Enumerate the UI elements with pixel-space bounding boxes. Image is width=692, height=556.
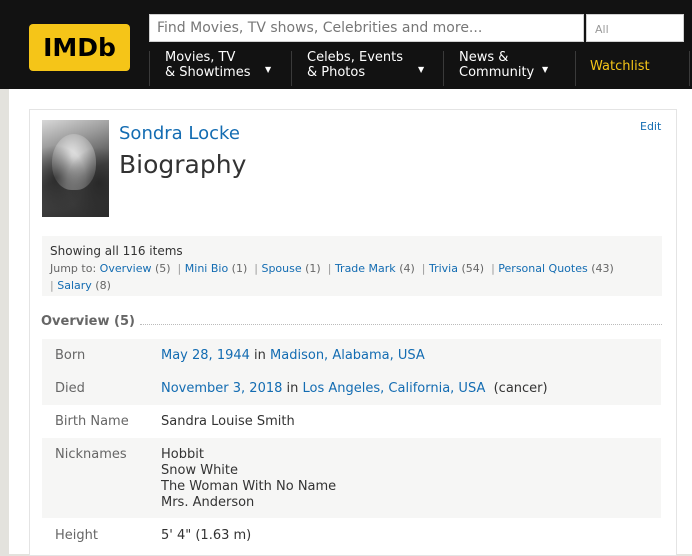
born-in-text: in [254,348,266,363]
died-place-link[interactable]: Los Angeles, California, USA [303,381,486,396]
nav-label-line1: Celebs, Events [307,50,403,65]
person-name-link[interactable]: Sondra Locke [119,123,240,144]
born-date-link[interactable]: May 28, 1944 [161,348,250,363]
height-value: 5' 4" (1.63 m) [161,528,252,543]
jump-link-salary[interactable]: Salary [57,279,92,292]
died-cause-text: (cancer) [493,381,548,396]
nav-movies-tv-showtimes[interactable]: Movies, TV & Showtimes ▼ [165,50,285,84]
nav-divider [149,51,150,86]
nav-divider [575,51,576,86]
overview-row-nicknames: Nicknames Hobbit Snow White The Woman Wi… [42,438,661,518]
caret-down-icon: ▼ [265,65,272,74]
overview-row-born: Born May 28, 1944 in Madison, Alabama, U… [42,339,661,372]
separator: | [250,262,258,275]
overview-heading: Overview (5) [41,314,135,329]
nav-divider [443,51,444,86]
jump-to-links: Jump to: Overview (5) | Mini Bio (1) | S… [50,260,650,294]
jump-count: (1) [231,262,248,275]
jump-count: (4) [399,262,415,275]
separator: | [324,262,332,275]
jump-count: (5) [154,262,171,275]
jump-link-trade-mark[interactable]: Trade Mark [335,262,396,275]
jump-link-personal-quotes[interactable]: Personal Quotes [498,262,587,275]
jump-link-trivia[interactable]: Trivia [429,262,458,275]
imdb-logo[interactable]: IMDb [29,24,130,71]
born-value: May 28, 1944 in Madison, Alabama, USA [161,348,425,364]
caret-down-icon: ▼ [418,65,425,74]
overview-row-height: Height 5' 4" (1.63 m) [42,518,661,551]
nav-news-community[interactable]: News & Community ▼ [459,50,559,84]
nickname-item: Snow White [161,463,239,478]
watchlist-link[interactable]: Watchlist [590,50,650,84]
jump-count: (43) [591,262,614,275]
nav-celebs-events-photos[interactable]: Celebs, Events & Photos ▼ [307,50,432,84]
jump-link-spouse[interactable]: Spouse [261,262,301,275]
nav-divider [689,51,690,86]
separator: | [50,279,54,292]
died-date-link[interactable]: November 3, 2018 [161,381,282,396]
nickname-item: The Woman With No Name [161,479,337,494]
search-input[interactable] [150,15,583,41]
caret-down-icon: ▼ [542,65,549,74]
height-label: Height [55,528,98,543]
imdb-logo-text: IMDb [43,33,116,62]
jump-link-overview[interactable]: Overview [100,262,152,275]
born-label: Born [55,348,86,363]
died-value: November 3, 2018 in Los Angeles, Califor… [161,381,548,397]
overview-row-died: Died November 3, 2018 in Los Angeles, Ca… [42,372,661,405]
nav-divider [291,51,292,86]
born-place-link[interactable]: Madison, Alabama, USA [270,348,425,363]
nav-label-line2: & Photos [307,65,366,80]
page-title: Biography [119,150,247,179]
person-photo[interactable] [42,120,109,217]
jump-count: (1) [305,262,321,275]
search-box [149,14,584,42]
died-label: Died [55,381,85,396]
nickname-item: Mrs. Anderson [161,495,255,510]
jump-to-label: Jump to: [50,262,97,275]
nickname-item: Hobbit [161,447,204,462]
separator: | [418,262,426,275]
nicknames-value: Hobbit Snow White The Woman With No Name… [161,447,336,511]
showing-items-text: Showing all 116 items [50,244,183,258]
jump-count: (54) [461,262,485,275]
section-divider [140,324,662,325]
separator: | [487,262,495,275]
died-in-text: in [286,381,299,396]
birth-name-label: Birth Name [55,414,129,429]
overview-row-birth-name: Birth Name Sandra Louise Smith [42,405,661,438]
birth-name-value: Sandra Louise Smith [161,414,295,429]
edit-link[interactable]: Edit [640,120,661,133]
search-category-select[interactable]: All [586,14,684,42]
jump-link-mini-bio[interactable]: Mini Bio [185,262,228,275]
separator: | [174,262,182,275]
jump-count: (8) [95,279,111,292]
nicknames-label: Nicknames [55,447,127,462]
